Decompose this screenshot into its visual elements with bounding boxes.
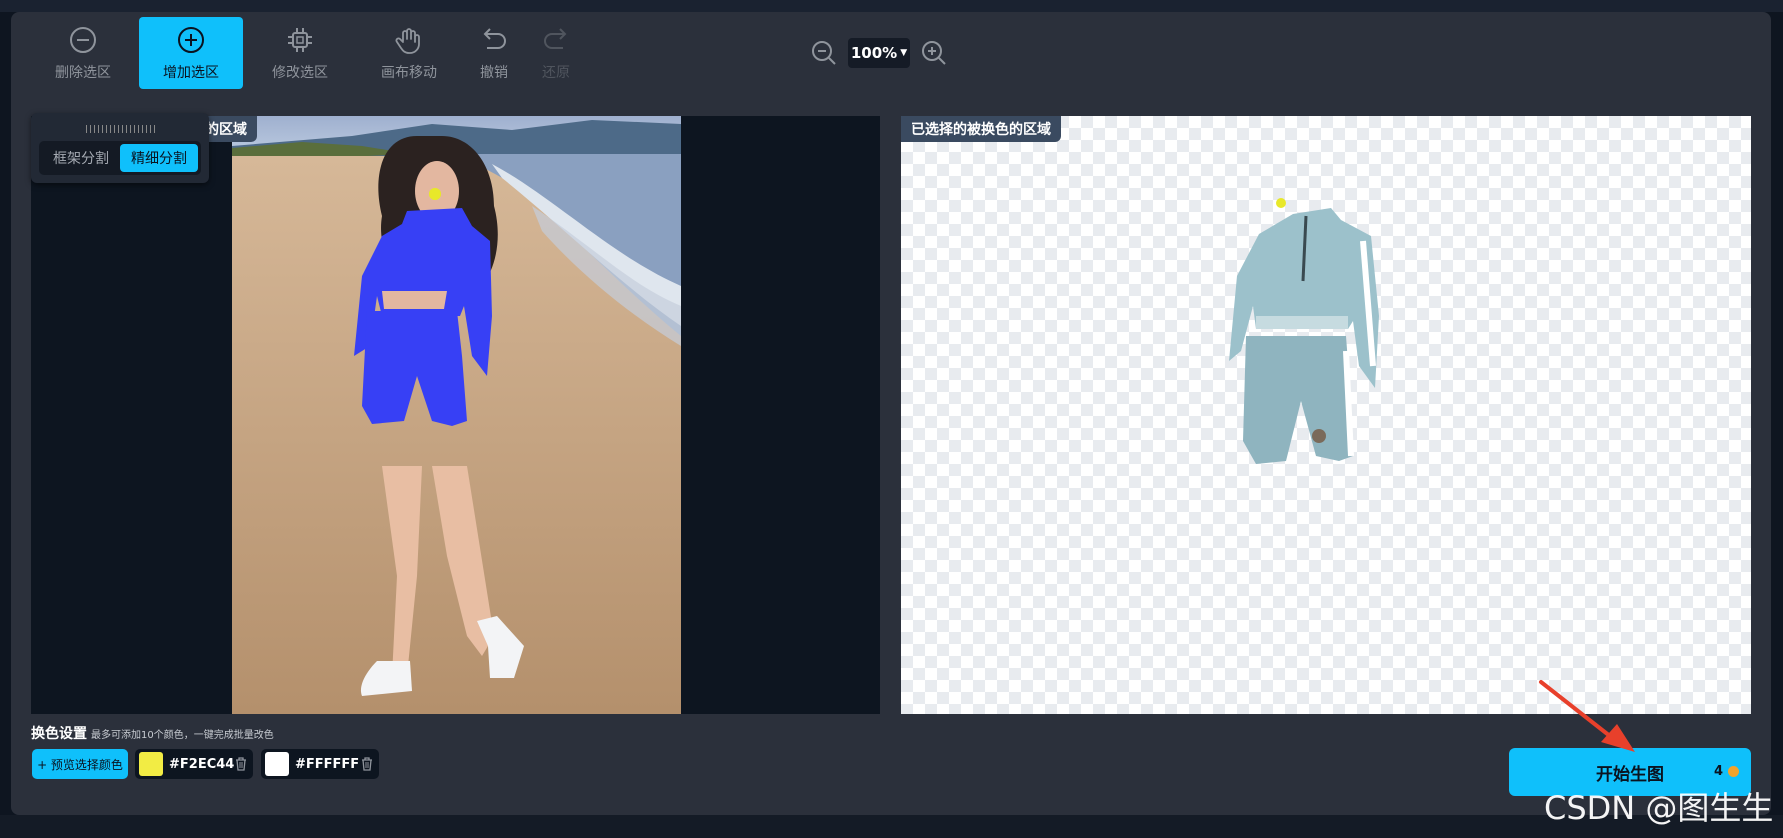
fine-segmentation-button[interactable]: 精细分割: [120, 144, 198, 172]
canvas-move-label: 画布移动: [381, 65, 437, 81]
preview-selected-color-button[interactable]: + 预览选择颜色: [32, 749, 128, 779]
add-selection-label: 增加选区: [163, 65, 219, 81]
zoom-control: 100% ▼: [810, 38, 948, 68]
coin-icon: [1728, 766, 1739, 777]
color-swatch[interactable]: [139, 752, 163, 776]
redo-tool[interactable]: 还原: [513, 17, 599, 89]
modify-selection-tool[interactable]: 修改选区: [248, 17, 352, 89]
color-settings-title: 换色设置: [31, 726, 87, 742]
frame-segmentation-button[interactable]: 框架分割: [42, 144, 120, 172]
trash-icon[interactable]: [233, 756, 249, 772]
zoom-out-icon[interactable]: [810, 39, 838, 67]
plus-circle-icon: [178, 27, 204, 53]
background-app-strip: [0, 0, 1783, 12]
color-chip[interactable]: #F2EC44: [135, 749, 253, 779]
redo-icon: [544, 28, 567, 49]
color-hex: #F2EC44: [169, 756, 235, 772]
credit-cost: 4: [1714, 764, 1739, 779]
original-image-panel[interactable]: 的区域: [31, 116, 880, 714]
color-hex: #FFFFFF: [295, 756, 360, 772]
segmentation-mode-toggle: 框架分割 精细分割: [39, 141, 201, 175]
minus-circle-icon: [70, 27, 96, 53]
right-panel-label: 已选择的被换色的区域: [901, 116, 1061, 142]
undo-icon: [483, 28, 506, 49]
color-settings-hint: 最多可添加10个颜色，一键完成批量改色: [91, 730, 274, 741]
zoom-in-icon[interactable]: [920, 39, 948, 67]
add-selection-tool[interactable]: 增加选区: [139, 17, 243, 89]
selected-region-panel[interactable]: 已选择的被换色的区域: [901, 116, 1751, 714]
hand-icon: [395, 28, 420, 54]
color-settings-heading: 换色设置 最多可添加10个颜色，一键完成批量改色: [31, 723, 274, 743]
background-app-strip-bottom: [0, 815, 1783, 838]
undo-label: 撤销: [480, 65, 508, 81]
zoom-select[interactable]: 100% ▼: [848, 38, 910, 68]
remove-selection-label: 删除选区: [55, 65, 111, 81]
color-chip[interactable]: #FFFFFF: [261, 749, 379, 779]
modify-selection-label: 修改选区: [272, 65, 328, 81]
zoom-value: 100%: [850, 44, 898, 62]
watermark: CSDN @图生生: [1544, 789, 1774, 827]
annotation-arrow-icon: [1539, 680, 1635, 752]
redo-label: 还原: [542, 65, 570, 81]
chip-icon: [288, 28, 312, 52]
caret-down-icon: ▼: [900, 48, 908, 58]
beach-photo: [232, 116, 681, 714]
canvas-move-tool[interactable]: 画布移动: [357, 17, 461, 89]
segmentation-popup: 框架分割 精细分割: [31, 113, 209, 183]
brush-size-slider[interactable]: [86, 125, 156, 133]
remove-selection-tool[interactable]: 删除选区: [31, 17, 135, 89]
trash-icon[interactable]: [359, 756, 375, 772]
credit-cost-value: 4: [1713, 764, 1723, 779]
selected-clothing-cutout: [1229, 198, 1379, 464]
color-swatch[interactable]: [265, 752, 289, 776]
start-generate-label: 开始生图: [1596, 764, 1664, 785]
